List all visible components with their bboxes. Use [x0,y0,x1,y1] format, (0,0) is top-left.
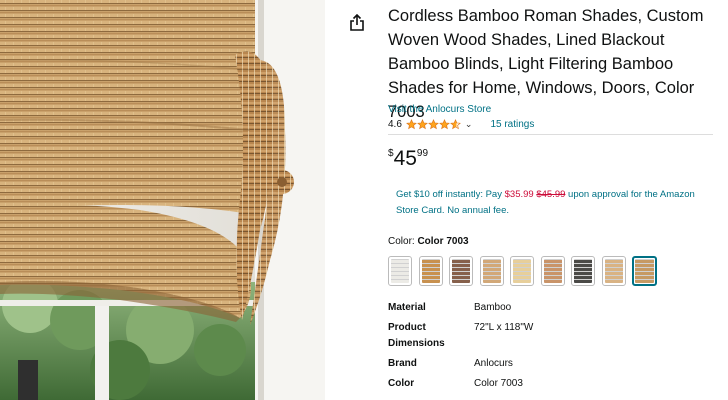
divider [388,134,713,135]
swatch-fill [513,259,531,283]
price-fraction: 99 [416,148,429,159]
star-icon [405,119,417,130]
color-swatches [388,256,657,286]
store-link[interactable]: Visit the Anlocurs Store [388,104,491,115]
share-icon[interactable] [349,13,365,32]
color-swatch-dark-gray[interactable] [571,256,595,286]
swatch-fill [421,259,440,283]
color-label: Color: [388,236,418,247]
color-swatch-color-7003[interactable] [632,256,657,286]
color-swatch-walnut[interactable] [449,256,473,286]
star-rating[interactable] [405,119,461,130]
promo-strike-price: $45.99 [536,189,566,200]
star-icon [449,119,461,130]
color-swatch-tan[interactable] [479,256,504,286]
product-image[interactable] [0,0,325,400]
color-selected-name: Color 7003 [417,236,469,247]
star-icon [416,119,428,130]
rating-value: 4.6 [388,119,402,130]
star-icon [427,119,439,130]
swatch-fill [543,259,562,283]
swatch-fill [391,259,409,283]
promo-deal-price: $35.99 [504,189,534,200]
spec-label: Product Dimensions [388,322,445,349]
rating-row: 4.6 ⌄ 15 ratings [388,119,534,130]
price: $ 45 99 [388,146,428,172]
color-selection-label: Color: Color 7003 [388,236,469,247]
swatch-fill [482,259,501,283]
spec-value: Bamboo [474,302,512,313]
color-swatch-light-wood[interactable] [418,256,443,286]
chevron-down-icon[interactable]: ⌄ [465,119,473,130]
color-swatch-pale-bamboo[interactable] [510,256,534,286]
store-card-promo[interactable]: Get $10 off instantly: Pay $35.99 $45.99… [396,187,696,219]
spec-value: Color 7003 [474,378,523,389]
swatch-fill [635,259,654,283]
color-swatch-natural-stripe[interactable] [601,256,626,286]
star-icon [438,119,450,130]
promo-prefix: Get $10 off instantly: Pay [396,189,505,200]
bamboo-shade-photo [0,0,325,400]
spec-label: Material [388,302,426,313]
spec-value: Anlocurs [474,358,513,369]
ratings-count-link[interactable]: 15 ratings [490,119,534,130]
color-swatch-honey[interactable] [540,256,565,286]
spec-label: Brand [388,358,417,369]
swatch-fill [452,259,470,283]
color-swatch-white[interactable] [388,256,412,286]
swatch-fill [604,259,623,283]
spec-label: Color [388,378,415,389]
swatch-fill [574,259,592,283]
spec-value: 72"L x 118"W [474,322,534,333]
price-whole: 45 [393,147,417,170]
